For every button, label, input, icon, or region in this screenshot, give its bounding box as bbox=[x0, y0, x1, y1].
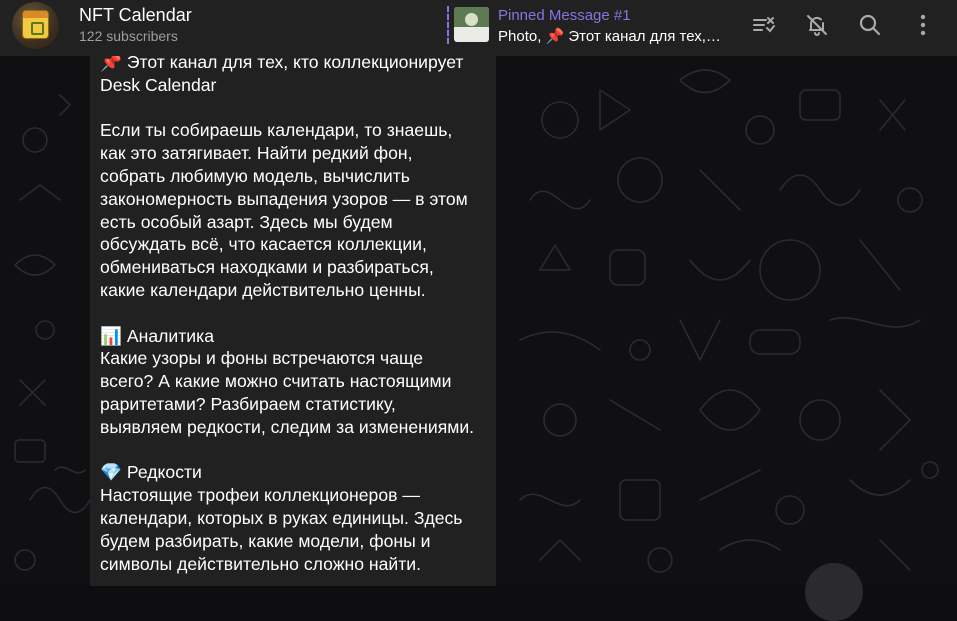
message-line: раритетами? Разбираем статистику, bbox=[100, 393, 396, 414]
message-line: закономерность выпадения узоров — в этом bbox=[100, 188, 468, 209]
search-icon[interactable] bbox=[857, 12, 883, 38]
message-line: Настоящие трофеи коллекционеров — bbox=[100, 485, 420, 506]
message-line: Какие узоры и фоны встречаются чаще bbox=[100, 348, 424, 369]
message-line: Desk Calendar bbox=[100, 74, 217, 95]
calendar-icon bbox=[23, 11, 48, 38]
message-line: обсуждать всё, что касается коллекции, bbox=[100, 234, 427, 255]
section-heading-text: Редкости bbox=[126, 462, 202, 483]
message-bubble[interactable]: 📌 Этот канал для тех, кто коллекционируе… bbox=[90, 52, 496, 586]
scroll-down-button[interactable] bbox=[805, 563, 863, 621]
message-line: какие календари действительно ценны. bbox=[100, 279, 426, 300]
message-line: символы действительно сложно найти. bbox=[100, 553, 421, 574]
channel-title[interactable]: NFT Calendar bbox=[79, 5, 192, 26]
list-icon[interactable] bbox=[751, 12, 777, 38]
message-line: как это затягивает. Найти редкий фон, bbox=[100, 143, 413, 164]
channel-avatar[interactable] bbox=[12, 2, 59, 49]
section-heading-rarities: 💎 Редкости bbox=[100, 461, 495, 484]
message-line: календари, которых в руках единицы. Здес… bbox=[100, 507, 463, 528]
message-text: 📌 Этот канал для тех, кто коллекционируе… bbox=[100, 51, 495, 575]
gem-emoji-icon: 💎 bbox=[100, 462, 122, 483]
section-heading-analytics: 📊 Аналитика bbox=[100, 325, 495, 348]
pinned-preview: Photo, 📌 Этот канал для тех, кто коллекц… bbox=[498, 28, 723, 45]
message-line: есть особый азарт. Здесь мы будем bbox=[100, 211, 393, 232]
mute-bell-icon[interactable] bbox=[804, 12, 830, 38]
message-line: Если ты собираешь календари, то знаешь, bbox=[100, 120, 453, 141]
message-line: всего? А какие можно считать настоящими bbox=[100, 371, 452, 392]
message-line: обмениваться находками и разбираться, bbox=[100, 257, 434, 278]
pinned-thumbnail bbox=[454, 7, 489, 42]
more-vertical-icon[interactable] bbox=[910, 12, 936, 38]
message-line: будем разбирать, какие модели, фоны и bbox=[100, 530, 431, 551]
chart-emoji-icon: 📊 bbox=[100, 325, 122, 346]
section-heading-text: Аналитика bbox=[126, 325, 214, 346]
chat-header: NFT Calendar 122 subscribers Pinned Mess… bbox=[0, 0, 957, 56]
pinned-message-bar[interactable]: Pinned Message #1 Photo, 📌 Этот канал дл… bbox=[447, 6, 727, 46]
subscriber-count: 122 subscribers bbox=[79, 28, 178, 44]
message-line: выявляем редкости, следим за изменениями… bbox=[100, 416, 475, 437]
pinned-indicator bbox=[447, 6, 449, 44]
message-line: собрать любимую модель, вычислить bbox=[100, 165, 410, 186]
pinned-label: Pinned Message #1 bbox=[498, 7, 631, 24]
